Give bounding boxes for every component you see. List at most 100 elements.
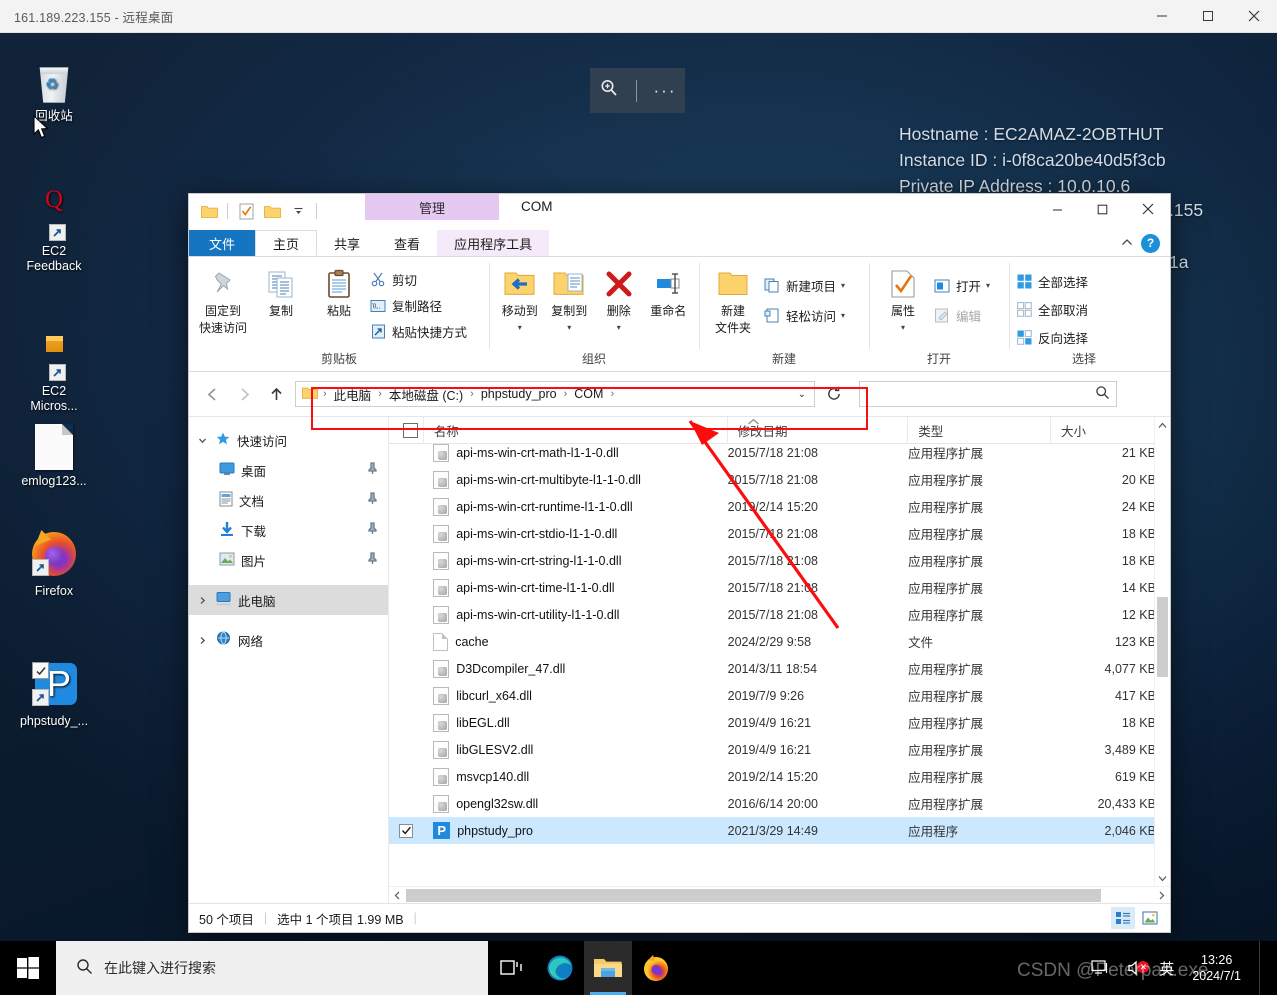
sidebar-item-quick-access[interactable]: 快速访问 xyxy=(189,425,388,455)
taskbar-icons[interactable] xyxy=(488,941,680,995)
table-row[interactable]: cache 2024/2/29 9:58 文件 123 KB xyxy=(389,628,1170,655)
sidebar-item-downloads[interactable]: 下载 xyxy=(189,515,388,545)
vertical-scroll-thumb[interactable] xyxy=(1157,597,1168,677)
collapse-ribbon-chevron-up-icon[interactable] xyxy=(1121,234,1133,252)
ribbon-tab-bar[interactable]: 文件 主页 共享 查看 应用程序工具 ? xyxy=(189,230,1170,256)
desktop-icon-phpstudy[interactable]: P phpstudy_... xyxy=(6,658,102,729)
tab-view[interactable]: 查看 xyxy=(377,230,437,256)
pin-icon[interactable] xyxy=(367,462,378,478)
tab-share[interactable]: 共享 xyxy=(317,230,377,256)
column-header-type[interactable]: 类型 xyxy=(908,416,1051,444)
properties-button[interactable]: 属性 ▾ xyxy=(875,263,931,335)
cut-button[interactable]: 剪切 xyxy=(369,269,467,290)
delete-button[interactable]: 删除 ▾ xyxy=(594,263,644,335)
desktop-icon-ec2-feedback[interactable]: Q EC2 Feedback xyxy=(6,187,102,274)
search-icon[interactable] xyxy=(1095,385,1110,403)
connection-bar-more-button[interactable]: ··· xyxy=(654,82,677,99)
chevron-down-icon[interactable]: ▾ xyxy=(567,321,571,335)
rdp-maximize-button[interactable] xyxy=(1185,0,1231,33)
remote-desktop-surface[interactable]: Hostname : EC2AMAZ-2OBTHUT Instance ID :… xyxy=(0,33,1277,941)
open-button[interactable]: 打开 ▾ xyxy=(933,275,990,296)
column-header-size[interactable]: 大小 xyxy=(1051,416,1170,444)
chevron-down-icon[interactable]: ▾ xyxy=(901,321,905,335)
edge-icon[interactable] xyxy=(536,941,584,995)
chevron-down-icon[interactable]: ▾ xyxy=(986,281,990,290)
pin-to-quick-access-button[interactable]: 固定到 快速访问 xyxy=(195,263,251,335)
table-row[interactable]: api-ms-win-crt-utility-l1-1-0.dll 2015/7/… xyxy=(389,601,1170,628)
refresh-button[interactable] xyxy=(821,381,847,407)
new-folder-button[interactable]: 新建 文件夹 xyxy=(705,263,761,335)
move-to-button[interactable]: 移动到 ▾ xyxy=(495,263,545,335)
file-list-pane[interactable]: 名称 修改日期 类型 大小 api-ms-win-crt-math-l1-1-0… xyxy=(389,416,1170,903)
sidebar-item-documents[interactable]: 文档 xyxy=(189,485,388,515)
show-desktop-button[interactable] xyxy=(1259,941,1271,995)
scroll-right-button[interactable] xyxy=(1153,891,1170,900)
desktop-icon-recycle-bin[interactable]: ♻ 回收站 xyxy=(6,53,102,124)
table-row[interactable]: libGLESV2.dll 2019/4/9 16:21 应用程序扩展 3,489 K… xyxy=(389,736,1170,763)
select-all-checkbox[interactable] xyxy=(389,416,424,444)
pin-icon[interactable] xyxy=(367,492,378,508)
chevron-down-icon[interactable]: ▾ xyxy=(518,321,522,335)
breadcrumb-item-local-disk[interactable]: 本地磁盘 (C:) xyxy=(385,385,467,404)
scroll-left-button[interactable] xyxy=(389,891,406,900)
table-row[interactable]: libcurl_x64.dll 2019/7/9 9:26 应用程序扩展 417 KB xyxy=(389,682,1170,709)
up-button[interactable] xyxy=(263,381,289,407)
desktop-icon-emlog[interactable]: emlog123... xyxy=(6,418,102,489)
horizontal-scrollbar[interactable] xyxy=(389,886,1170,903)
select-all-button[interactable]: 全部选择 xyxy=(1015,271,1088,292)
sidebar-item-this-pc[interactable]: 此电脑 xyxy=(189,585,388,615)
table-row[interactable]: D3Dcompiler_47.dll 2014/3/11 18:54 应用程序扩展 4… xyxy=(389,655,1170,682)
chevron-down-icon[interactable]: ▾ xyxy=(841,281,845,290)
invert-selection-button[interactable]: 反向选择 xyxy=(1015,327,1088,348)
pin-icon[interactable] xyxy=(367,522,378,538)
sidebar-item-desktop[interactable]: 桌面 xyxy=(189,455,388,485)
rdp-minimize-button[interactable] xyxy=(1139,0,1185,33)
rename-button[interactable]: 重命名 xyxy=(644,263,694,318)
start-button[interactable] xyxy=(0,941,56,995)
firefox-icon[interactable] xyxy=(632,941,680,995)
table-row[interactable]: msvcp140.dll 2019/2/14 15:20 应用程序扩展 619 KB xyxy=(389,763,1170,790)
scroll-down-button[interactable] xyxy=(1155,870,1170,886)
rdp-close-button[interactable] xyxy=(1231,0,1277,33)
easy-access-button[interactable]: 轻松访问 ▾ xyxy=(763,305,845,326)
horizontal-scroll-thumb[interactable] xyxy=(406,888,1101,902)
chevron-down-icon[interactable]: ▾ xyxy=(617,321,621,335)
copy-button[interactable]: 复制 xyxy=(253,263,309,318)
table-row[interactable]: api-ms-win-crt-stdio-l1-1-0.dll 2015/7/18… xyxy=(389,520,1170,547)
select-none-button[interactable]: 全部取消 xyxy=(1015,299,1088,320)
view-toggle-buttons[interactable] xyxy=(1111,907,1170,929)
properties-check-icon[interactable] xyxy=(236,201,256,221)
table-row[interactable]: api-ms-win-crt-time-l1-1-0.dll 2015/7/18 … xyxy=(389,574,1170,601)
scroll-up-button[interactable] xyxy=(1155,417,1170,433)
new-folder-icon[interactable] xyxy=(262,201,282,221)
table-row[interactable]: api-ms-win-crt-math-l1-1-0.dll 2015/7/18 … xyxy=(389,444,1170,466)
rdp-connection-bar[interactable]: ··· xyxy=(590,68,685,113)
quick-access-toolbar[interactable] xyxy=(189,194,325,224)
chevron-down-icon[interactable]: ▾ xyxy=(841,311,845,320)
file-explorer-icon[interactable] xyxy=(584,941,632,995)
copy-to-button[interactable]: 复制到 ▾ xyxy=(545,263,595,335)
contextual-tab-manage[interactable]: 管理 xyxy=(365,194,499,220)
row-checkbox[interactable] xyxy=(389,823,423,838)
search-input[interactable] xyxy=(859,381,1117,407)
file-explorer-window[interactable]: 管理 COM 文件 主页 共享 查看 应用程序工具 ? 固定到 快速访问 复制 … xyxy=(188,193,1171,933)
breadcrumb-history-chevron-down-icon[interactable]: ⌄ xyxy=(798,389,810,400)
paste-shortcut-button[interactable]: 粘贴快捷方式 xyxy=(369,321,467,342)
navigation-pane[interactable]: 快速访问 桌面 文档 下载 图片 此电脑 网络 xyxy=(189,417,389,903)
taskbar-search-box[interactable]: 在此键入进行搜索 xyxy=(56,941,488,995)
folder-icon[interactable] xyxy=(199,201,219,221)
desktop-icon-ec2-microsoft[interactable]: EC2 Micros... xyxy=(6,328,102,414)
sidebar-item-pictures[interactable]: 图片 xyxy=(189,545,388,575)
table-row[interactable]: api-ms-win-crt-runtime-l1-1-0.dll 2019/2/… xyxy=(389,493,1170,520)
breadcrumb-item-com[interactable]: COM xyxy=(570,387,607,401)
table-row[interactable]: opengl32sw.dll 2016/6/14 20:00 应用程序扩展 20,43… xyxy=(389,790,1170,817)
table-row[interactable]: api-ms-win-crt-string-l1-1-0.dll 2015/7/1… xyxy=(389,547,1170,574)
paste-button[interactable]: 粘贴 xyxy=(311,263,367,318)
copy-path-button[interactable]: \\.. 复制路径 xyxy=(369,295,467,316)
tab-application-tools[interactable]: 应用程序工具 xyxy=(437,230,550,256)
explorer-maximize-button[interactable] xyxy=(1080,194,1125,224)
column-headers[interactable]: 名称 修改日期 类型 大小 xyxy=(389,416,1170,444)
pin-icon[interactable] xyxy=(367,552,378,568)
explorer-close-button[interactable] xyxy=(1125,194,1170,224)
large-icons-view-button[interactable] xyxy=(1138,907,1162,929)
